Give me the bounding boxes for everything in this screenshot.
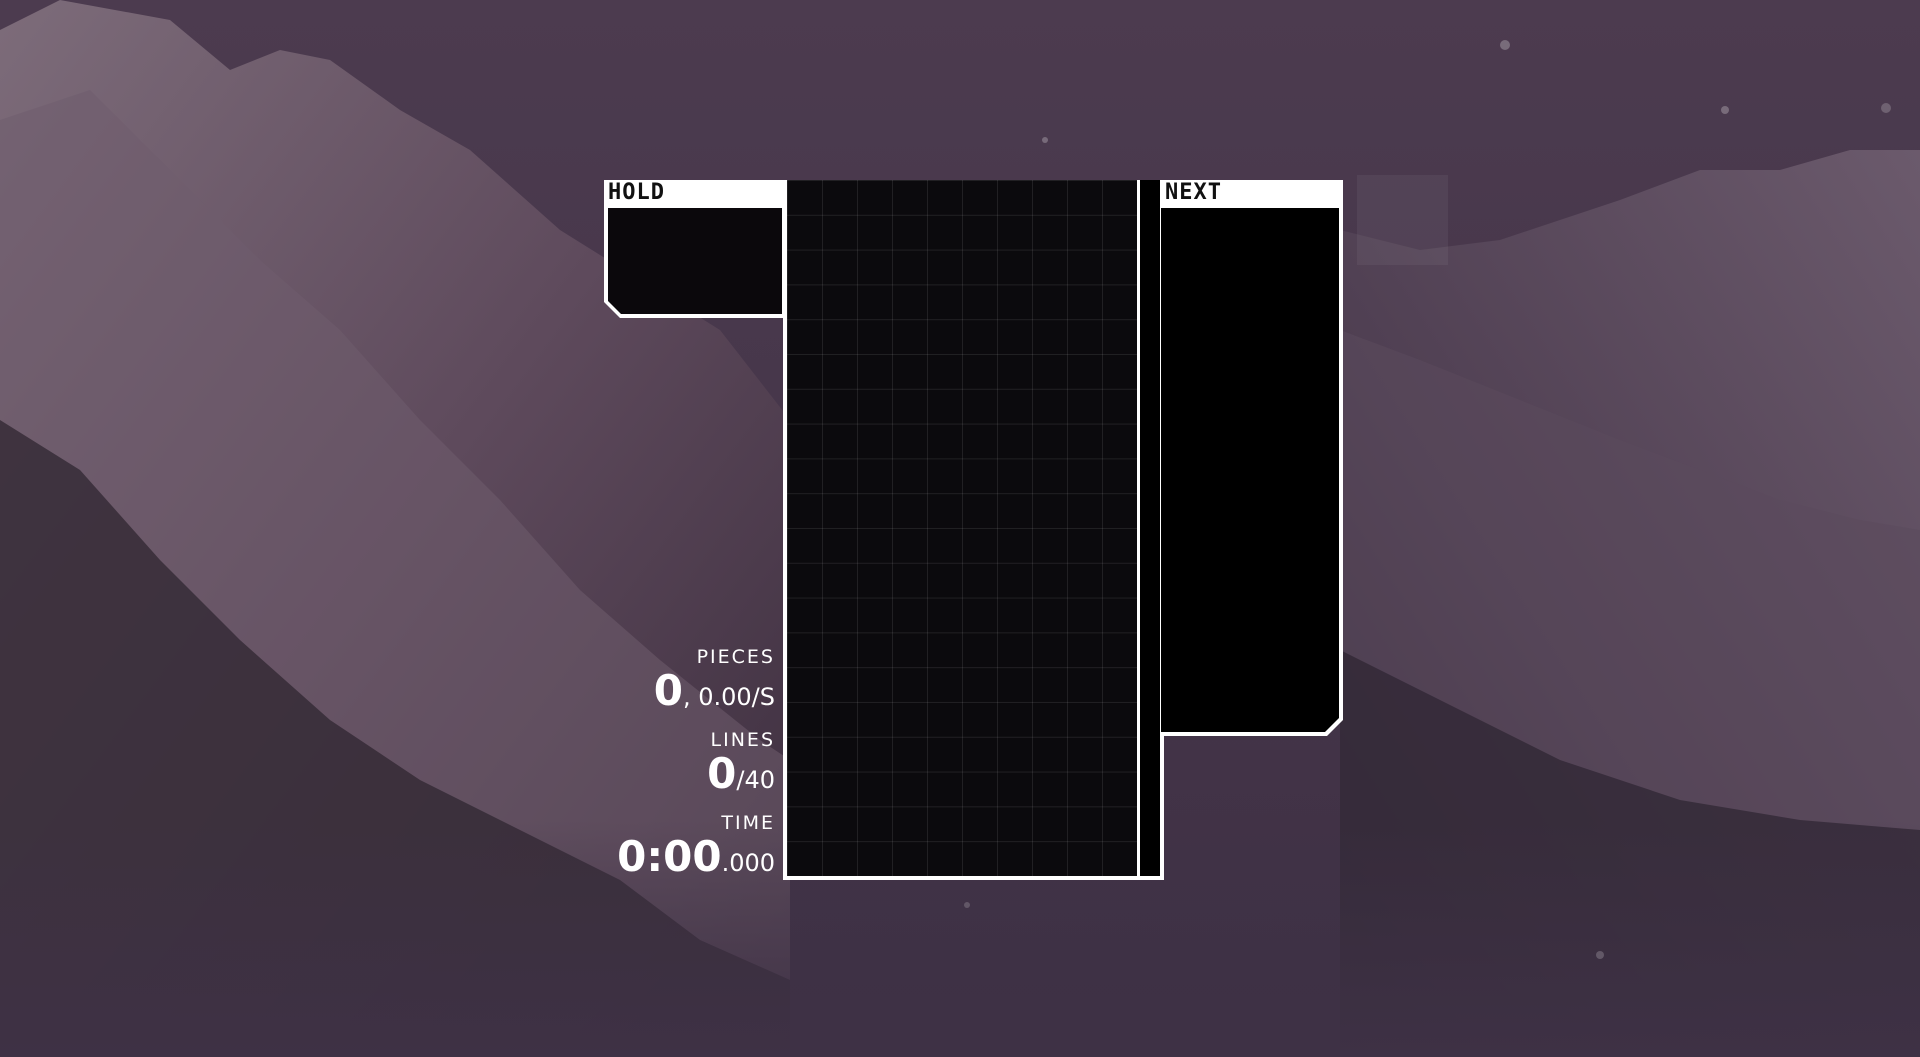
board-border-left	[783, 180, 787, 880]
hold-title: HOLD	[604, 180, 786, 208]
pieces-count: 0	[653, 666, 683, 715]
spectator-placeholder	[1357, 175, 1448, 265]
pieces-rate: , 0.00/S	[682, 683, 775, 711]
board-border-bottom	[783, 876, 1164, 880]
board-grid[interactable]	[787, 180, 1137, 876]
time-value: 0:00.000	[600, 834, 775, 889]
time-ms: .000	[721, 849, 775, 877]
lines-goal: /40	[736, 766, 775, 794]
time-main: 0:00	[617, 832, 722, 881]
hold-box	[604, 208, 786, 318]
pieces-value: 0, 0.00/S	[600, 668, 775, 723]
garbage-meter	[1140, 180, 1160, 876]
next-title: NEXT	[1161, 180, 1343, 208]
lines-count: 0	[707, 749, 737, 798]
pieces-label: PIECES	[696, 646, 775, 668]
lines-value: 0/40	[600, 751, 775, 806]
playfield[interactable]	[783, 180, 1164, 880]
stats-panel: PIECES 0, 0.00/S LINES 0/40 TIME 0:00.00…	[600, 640, 775, 889]
lines-label: LINES	[710, 729, 775, 751]
next-queue	[1161, 208, 1343, 736]
time-label: TIME	[721, 812, 775, 834]
